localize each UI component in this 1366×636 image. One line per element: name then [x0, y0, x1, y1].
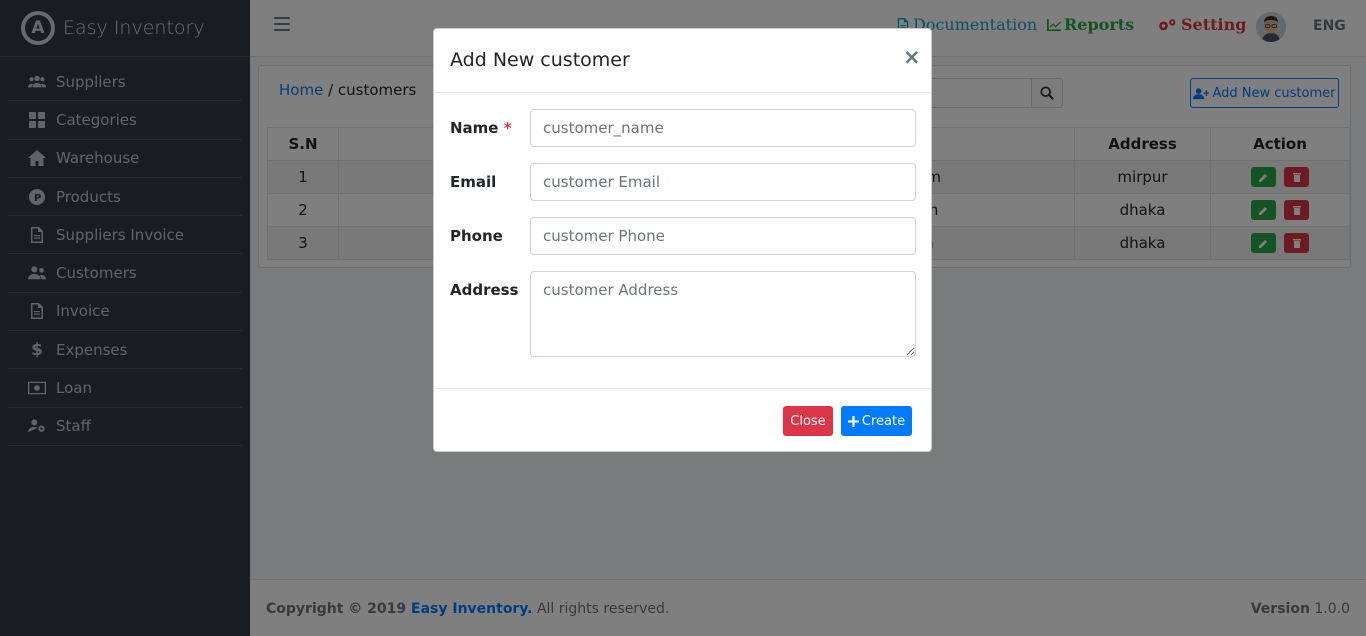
add-customer-modal: Add New customer × Name * Email Phone Ad… — [433, 28, 932, 452]
plus-icon — [847, 415, 859, 427]
create-button[interactable]: Create — [841, 406, 912, 436]
name-label-text: Name — [450, 119, 499, 137]
address-label: Address — [450, 281, 519, 299]
modal-header: Add New customer × — [434, 29, 931, 93]
customer-name-input[interactable] — [530, 109, 916, 147]
email-label: Email — [450, 173, 497, 191]
create-label: Create — [861, 413, 906, 429]
customer-phone-input[interactable] — [530, 217, 916, 255]
customer-email-input[interactable] — [530, 163, 916, 201]
modal-title: Add New customer — [450, 49, 630, 71]
name-label: Name * — [450, 119, 512, 137]
close-icon[interactable]: × — [903, 45, 921, 69]
modal-body: Name * Email Phone Address — [434, 93, 931, 389]
phone-label: Phone — [450, 227, 503, 245]
required-mark: * — [503, 119, 512, 137]
modal-footer: Close Create — [434, 388, 931, 452]
customer-address-input[interactable] — [530, 271, 916, 357]
close-button[interactable]: Close — [783, 406, 833, 436]
